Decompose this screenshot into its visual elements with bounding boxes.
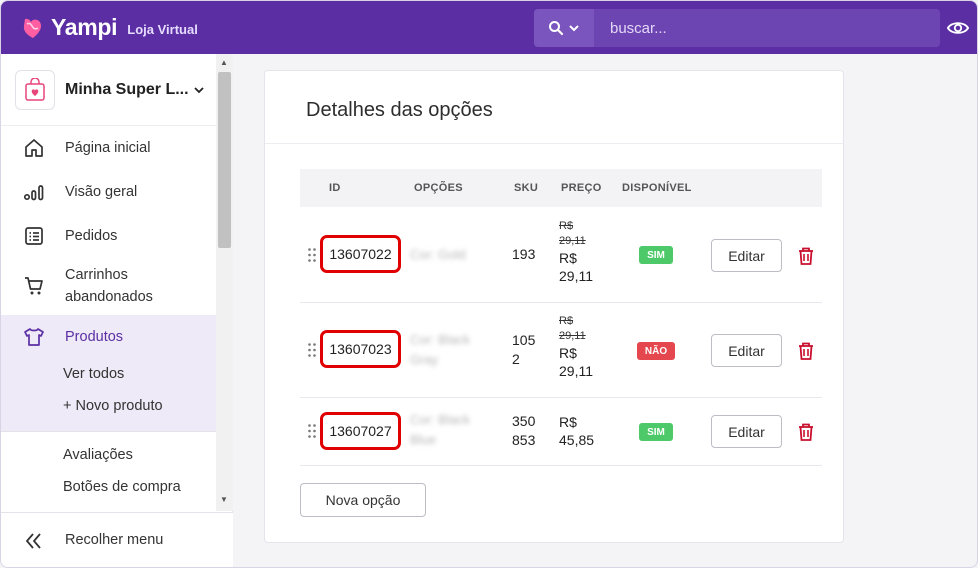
store-name: Minha Super L... (65, 80, 189, 98)
column-header-available: DISPONÍVEL (622, 182, 692, 194)
option-price: R$ 29,11 R$ 29,11 (559, 219, 599, 285)
sidebar-item-label: Visão geral (65, 184, 138, 200)
search-bar (534, 9, 940, 47)
option-name: Cor: Gold (410, 247, 466, 262)
status-badge: NÃO (637, 342, 675, 360)
brand-subtitle: Loja Virtual (127, 22, 198, 37)
add-option-button[interactable]: Nova opção (300, 483, 426, 517)
trash-icon[interactable] (797, 422, 815, 442)
option-id: 13607022 (320, 235, 401, 273)
option-price: R$ 29,11 R$ 29,11 (559, 314, 599, 380)
column-header-price: PREÇO (561, 182, 602, 194)
sidebar-item-label: Pedidos (65, 228, 118, 244)
sidebar-subitem-new-product[interactable]: + Novo produto (63, 398, 163, 414)
search-type-button[interactable] (534, 9, 594, 47)
sidebar-divider (1, 431, 216, 432)
option-id: 13607023 (320, 330, 401, 368)
sidebar-item-overview[interactable]: Visão geral (1, 181, 216, 203)
sidebar-item-orders[interactable]: Pedidos (1, 225, 216, 247)
top-bar: Yampi Loja Virtual (1, 1, 977, 54)
sidebar-subitem-buy-buttons[interactable]: Botões de compra (63, 479, 181, 495)
collapse-menu-button[interactable]: Recolher menu (1, 512, 233, 567)
column-header-options: OPÇÕES (414, 182, 463, 194)
sidebar: Minha Super L... Página inicial Visão ge… (1, 54, 233, 567)
table-row: 13607027 Cor: Black Blue 350853 R$ 45,85… (300, 398, 822, 466)
edit-button[interactable]: Editar (711, 415, 782, 448)
drag-handle-icon[interactable] (307, 247, 317, 263)
option-name: Cor: Black Blue (410, 412, 470, 447)
old-price: R$ 29,11 (559, 220, 586, 247)
sidebar-subitem-view-all[interactable]: Ver todos (63, 366, 124, 382)
table-row: 13607022 Cor: Gold 193 R$ 29,11 R$ 29,11… (300, 207, 822, 303)
bar-chart-icon (23, 181, 45, 203)
scroll-up-icon[interactable]: ▲ (220, 58, 228, 67)
current-price: R$ 29,11 (559, 250, 593, 284)
card-title: Detalhes das opções (306, 99, 493, 121)
sidebar-scrollbar-thumb[interactable] (218, 72, 231, 248)
status-badge: SIM (639, 423, 673, 441)
option-name: Cor: Black Gray (410, 332, 470, 367)
current-price: R$ 29,11 (559, 345, 593, 379)
option-sku: 193 (512, 246, 536, 262)
sidebar-item-label: Carrinhos abandonados (65, 267, 153, 305)
chevron-down-icon (193, 86, 204, 93)
drag-handle-icon[interactable] (307, 342, 317, 358)
list-icon (23, 225, 45, 247)
old-price: R$ 29,11 (559, 315, 586, 342)
sidebar-item-label: Produtos (65, 329, 124, 345)
sidebar-item-home[interactable]: Página inicial (1, 137, 216, 159)
brand-name: Yampi (51, 14, 118, 40)
store-bag-icon (15, 69, 55, 110)
option-id: 13607027 (320, 412, 401, 450)
home-icon (23, 137, 45, 159)
collapse-menu-label: Recolher menu (65, 532, 164, 548)
edit-button[interactable]: Editar (711, 239, 782, 272)
cart-icon (23, 275, 45, 297)
status-badge: SIM (639, 246, 673, 264)
shirt-icon (23, 326, 45, 348)
search-icon (549, 21, 564, 36)
trash-icon[interactable] (797, 341, 815, 361)
search-input[interactable] (594, 9, 940, 47)
scroll-down-icon[interactable]: ▼ (220, 495, 228, 504)
edit-button[interactable]: Editar (711, 334, 782, 367)
current-price: R$ 45,85 (559, 414, 595, 448)
drag-handle-icon[interactable] (307, 423, 317, 439)
column-header-sku: SKU (514, 182, 539, 194)
option-sku: 1052 (512, 332, 536, 367)
column-header-id: ID (329, 182, 341, 194)
option-price: R$ 45,85 (559, 413, 599, 449)
store-selector[interactable]: Minha Super L... (1, 54, 216, 126)
trash-icon[interactable] (797, 246, 815, 266)
double-chevron-left-icon (25, 533, 41, 549)
table-header: ID OPÇÕES SKU PREÇO DISPONÍVEL (300, 169, 822, 207)
eye-icon[interactable] (947, 18, 969, 38)
sidebar-item-label: Página inicial (65, 140, 151, 156)
sidebar-item-abandoned-carts[interactable]: Carrinhos abandonados (1, 264, 216, 308)
yampi-logo-icon (23, 18, 41, 38)
option-sku: 350853 (512, 413, 536, 448)
chevron-down-icon (569, 25, 579, 32)
card-divider (265, 143, 843, 144)
app-window: Yampi Loja Virtual buscar... Minha Super… (0, 0, 978, 568)
logo[interactable]: Yampi Loja Virtual (21, 14, 198, 41)
option-details-card: Detalhes das opções ID OPÇÕES SKU PREÇO … (264, 70, 844, 543)
sidebar-subitem-reviews[interactable]: Avaliações (63, 447, 133, 463)
table-row: 13607023 Cor: Black Gray 1052 R$ 29,11 R… (300, 303, 822, 398)
